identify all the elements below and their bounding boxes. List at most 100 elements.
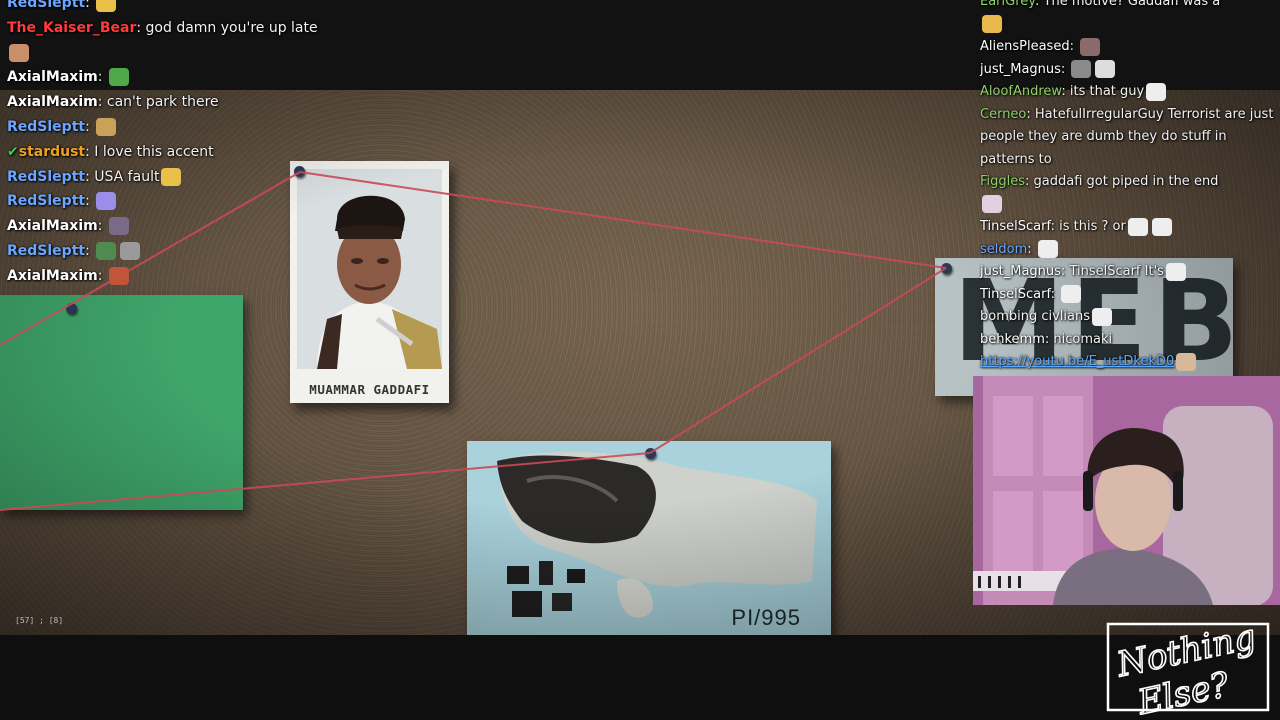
chat-username[interactable]: AxialMaxim: [7, 69, 98, 85]
chat-colon: :: [1050, 219, 1060, 234]
chat-text: nicomaki: [1053, 331, 1113, 347]
emote-icon: [1092, 307, 1113, 326]
chat-username[interactable]: AxialMaxim: [7, 218, 98, 234]
chat-message: RedSleptt: USA fault: [7, 165, 337, 190]
chat-text: The motive? Gaddafi was a: [1043, 0, 1221, 9]
emote-icon: [1165, 262, 1186, 281]
emote-icon: [96, 192, 117, 211]
chat-text: TinselScarf It's: [1069, 264, 1164, 279]
nothing-else-logo: Nothing Else?: [1098, 616, 1272, 720]
emote-icon: [1061, 285, 1082, 303]
chat-message: https://youtu.be/E_ustDkekD0: [980, 351, 1276, 374]
chat-message: RedSleptt:: [7, 189, 337, 214]
chat-left-overlay: RedSleptt: The_Kaiser_Bear: god damn you…: [7, 0, 337, 289]
chat-colon: :: [1027, 241, 1036, 257]
chat-message: ✔stardust: I love this accent: [7, 140, 337, 165]
chat-username[interactable]: Cerneo: [980, 107, 1026, 122]
chat-colon: :: [1060, 61, 1070, 77]
emote-icon: [1037, 240, 1058, 258]
chat-message: seldom:: [980, 239, 1276, 262]
chat-text: can't park there: [106, 94, 219, 111]
evidence-label: PI/995: [731, 605, 801, 630]
chat-message: AxialMaxim:: [7, 264, 337, 289]
chat-colon: :: [1035, 0, 1044, 9]
chat-username[interactable]: RedSleptt: [7, 243, 85, 259]
chat-username[interactable]: just_Magnus: [980, 264, 1061, 279]
evidence-card: PI/995: [467, 441, 831, 635]
chat-username[interactable]: AloofAndrew: [980, 84, 1061, 99]
emote-icon: [1095, 60, 1116, 78]
chat-username[interactable]: AxialMaxim: [7, 268, 98, 284]
chat-username[interactable]: AliensPleased: [980, 39, 1070, 54]
emote-icon: [1071, 60, 1092, 78]
pin-mebo: [941, 263, 952, 274]
emote-icon: [1146, 82, 1167, 101]
chat-colon: :: [85, 143, 95, 160]
emote-icon: [108, 68, 129, 87]
chat-colon: :: [97, 218, 107, 235]
chat-message: just_Magnus: TinselScarf It's: [980, 261, 1276, 284]
chat-username[interactable]: TinselScarf: [980, 219, 1051, 234]
chat-username[interactable]: RedSleptt: [7, 119, 85, 135]
chat-right-overlay: EarlGrey: The motive? Gaddafi was a Alien…: [980, 0, 1276, 374]
chat-colon: :: [85, 168, 95, 185]
chat-message: Cerneo: HatefulIrregularGuy Terrorist ar…: [980, 104, 1276, 172]
chat-message: EarlGrey: The motive? Gaddafi was a: [980, 0, 1276, 14]
emote-icon: [982, 195, 1002, 213]
chat-text: god damn you're up late: [145, 19, 318, 36]
chat-text: USA fault: [94, 168, 160, 185]
chat-username[interactable]: stardust: [19, 144, 85, 160]
chat-colon: :: [136, 19, 146, 36]
emote-icon: [161, 167, 182, 186]
chat-message: TinselScarf:: [980, 284, 1276, 307]
chat-message: just_Magnus:: [980, 59, 1276, 82]
chat-message: behkemm: nicomaki: [980, 329, 1276, 352]
chat-username[interactable]: TinselScarf: [980, 287, 1051, 302]
chat-colon: :: [1050, 286, 1060, 302]
emote-icon: [96, 117, 117, 136]
chat-username[interactable]: seldom: [980, 242, 1027, 257]
chat-message: [980, 14, 1276, 37]
chat-username[interactable]: RedSleptt: [7, 0, 85, 11]
chat-username[interactable]: RedSleptt: [7, 193, 85, 209]
chat-colon: :: [97, 267, 107, 284]
chat-username[interactable]: The_Kaiser_Bear: [7, 20, 136, 36]
emote-icon: [1151, 217, 1172, 236]
chat-username[interactable]: behkemm: [980, 332, 1045, 347]
chat-text: its that guy: [1069, 84, 1145, 99]
chat-text: is this ? or: [1059, 219, 1126, 234]
chat-username[interactable]: AxialMaxim: [7, 94, 98, 110]
emote-icon: [108, 217, 129, 236]
verified-badge-icon: ✔: [7, 143, 19, 160]
chat-colon: :: [1061, 84, 1070, 99]
green-card: [0, 295, 243, 510]
emote-icon: [1176, 352, 1197, 371]
pin-left: [66, 303, 77, 314]
emote-icon: [1080, 37, 1101, 56]
chat-username[interactable]: Figgles: [980, 174, 1025, 189]
chat-colon: :: [85, 0, 95, 11]
chat-colon: :: [85, 242, 95, 259]
chat-text: bombing civlians: [980, 309, 1091, 324]
chat-message: AloofAndrew: its that guy: [980, 81, 1276, 104]
chat-message: AxialMaxim: can't park there: [7, 90, 337, 115]
chat-username[interactable]: just_Magnus: [980, 62, 1061, 77]
chat-message: AliensPleased:: [980, 36, 1276, 59]
chat-text: gaddafi got piped in the end: [1033, 174, 1219, 189]
chat-colon: :: [1026, 106, 1035, 122]
chat-colon: :: [1025, 174, 1034, 189]
emote-icon: [108, 266, 129, 285]
chat-username[interactable]: RedSleptt: [7, 169, 85, 185]
bottom-letterbox: [0, 635, 1280, 720]
chat-colon: :: [97, 69, 107, 86]
chat-colon: :: [97, 94, 107, 111]
chat-message: AxialMaxim:: [7, 65, 337, 90]
photo-caption: MUAMMAR GADDAFI: [309, 382, 430, 397]
chat-link[interactable]: https://youtu.be/E_ustDkekD0: [980, 354, 1174, 369]
emote-icon: [96, 0, 117, 12]
chat-message: Figgles: gaddafi got piped in the end: [980, 171, 1276, 194]
chat-message: AxialMaxim:: [7, 214, 337, 239]
chat-username[interactable]: EarlGrey: [980, 0, 1035, 9]
chat-message: bombing civlians: [980, 306, 1276, 329]
chat-message: The_Kaiser_Bear: god damn you're up late: [7, 16, 337, 66]
